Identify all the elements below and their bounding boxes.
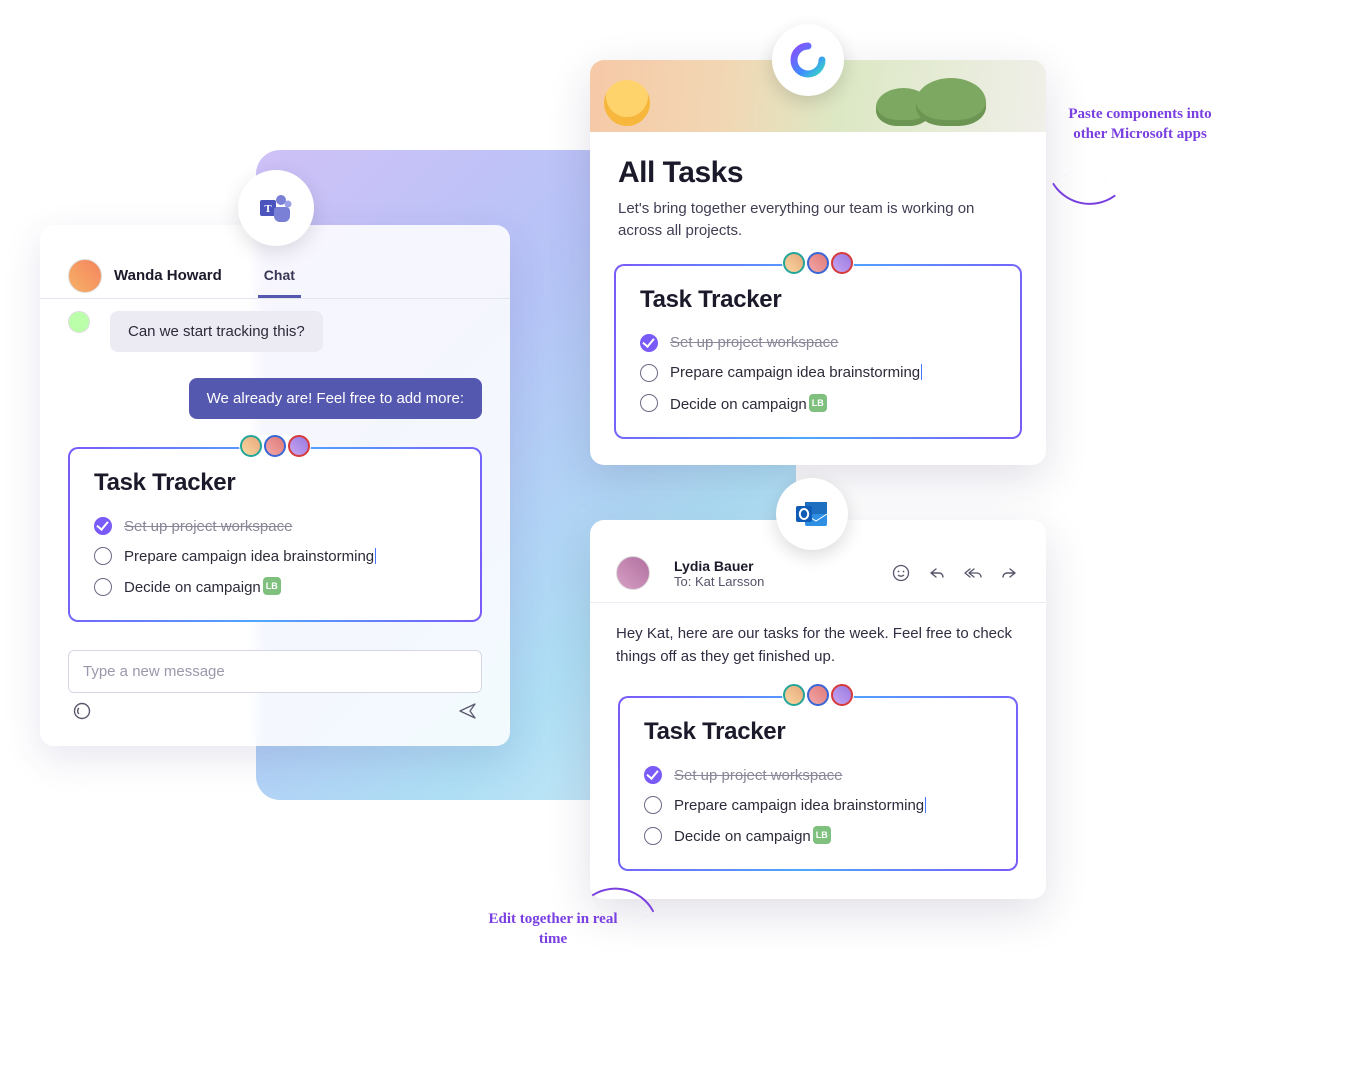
- page-title: All Tasks: [618, 156, 1018, 190]
- teams-app-icon: T: [238, 170, 314, 246]
- mail-actions: [890, 562, 1020, 584]
- collaborator-avatars: [782, 684, 854, 706]
- task-row[interactable]: Decide on campaignLB: [640, 388, 996, 419]
- task-label: Decide on campaignLB: [124, 577, 281, 596]
- mail-from: Lydia Bauer To: Kat Larsson: [616, 556, 764, 590]
- checkbox-icon[interactable]: [94, 517, 112, 535]
- from-name: Lydia Bauer: [674, 558, 764, 574]
- presence-badge: LB: [263, 577, 281, 595]
- checkbox-icon[interactable]: [644, 796, 662, 814]
- avatar: [783, 684, 805, 706]
- checkbox-icon[interactable]: [640, 394, 658, 412]
- page-description: Let's bring together everything our team…: [618, 198, 1018, 242]
- compose-actions: [40, 693, 510, 726]
- tracker-title: Task Tracker: [644, 718, 992, 746]
- task-row[interactable]: Prepare campaign idea brainstorming: [644, 790, 992, 820]
- presence-badge: LB: [809, 394, 827, 412]
- task-label: Prepare campaign idea brainstorming: [124, 548, 376, 565]
- text-cursor: [921, 364, 922, 380]
- task-label: Set up project workspace: [124, 518, 292, 535]
- svg-text:T: T: [264, 203, 272, 215]
- task-tracker-component[interactable]: Task Tracker Set up project workspace Pr…: [614, 264, 1022, 439]
- avatar: [288, 435, 310, 457]
- avatar: [807, 684, 829, 706]
- bubble-sent: We already are! Feel free to add more:: [189, 378, 482, 419]
- avatar: [807, 252, 829, 274]
- message-sent: We already are! Feel free to add more:: [40, 352, 510, 419]
- avatar: [783, 252, 805, 274]
- task-label: Prepare campaign idea brainstorming: [674, 797, 926, 814]
- reply-all-icon[interactable]: [962, 562, 984, 584]
- tracker-title: Task Tracker: [640, 286, 996, 314]
- banner-decoration: [916, 78, 986, 126]
- message-input[interactable]: Type a new message: [68, 650, 482, 693]
- avatar: [68, 259, 102, 293]
- task-label: Set up project workspace: [674, 767, 842, 784]
- mail-body: Hey Kat, here are our tasks for the week…: [590, 603, 1046, 668]
- emoji-icon: [604, 80, 650, 126]
- avatar: [831, 252, 853, 274]
- contact-name: Wanda Howard: [114, 267, 222, 284]
- bubble-received: Can we start tracking this?: [110, 311, 323, 352]
- loop-component-icon[interactable]: [72, 701, 92, 726]
- message-received: Can we start tracking this?: [40, 299, 510, 352]
- tracker-title: Task Tracker: [94, 469, 456, 497]
- checkbox-icon[interactable]: [644, 766, 662, 784]
- outlook-app-icon: [776, 478, 848, 550]
- text-cursor: [925, 797, 926, 813]
- checkbox-icon[interactable]: [640, 364, 658, 382]
- text-cursor: [375, 548, 376, 564]
- avatar: [616, 556, 650, 590]
- task-row[interactable]: Set up project workspace: [640, 328, 996, 358]
- task-row[interactable]: Set up project workspace: [644, 760, 992, 790]
- outlook-mail-card: Lydia Bauer To: Kat Larsson Hey Kat, her…: [590, 520, 1046, 899]
- checkbox-icon[interactable]: [94, 547, 112, 565]
- to-line: To: Kat Larsson: [674, 574, 764, 589]
- task-label: Decide on campaignLB: [674, 826, 831, 845]
- annotation-edit: Edit together in real time: [488, 910, 618, 949]
- forward-icon[interactable]: [998, 562, 1020, 584]
- avatar: [240, 435, 262, 457]
- collaborator-avatars: [782, 252, 854, 274]
- avatar: [68, 311, 90, 333]
- task-label: Prepare campaign idea brainstorming: [670, 364, 922, 381]
- annotation-paste: Paste components into other Microsoft ap…: [1065, 105, 1215, 144]
- checkbox-icon[interactable]: [94, 578, 112, 596]
- task-label: Set up project workspace: [670, 334, 838, 351]
- checkbox-icon[interactable]: [640, 334, 658, 352]
- teams-chat-card: Wanda Howard Chat Can we start tracking …: [40, 225, 510, 746]
- task-row[interactable]: Decide on campaignLB: [644, 820, 992, 851]
- task-label: Decide on campaignLB: [670, 394, 827, 413]
- task-tracker-component[interactable]: Task Tracker Set up project workspace Pr…: [68, 447, 482, 622]
- loop-app-icon: [772, 24, 844, 96]
- react-icon[interactable]: [890, 562, 912, 584]
- presence-badge: LB: [813, 826, 831, 844]
- loop-page-card: All Tasks Let's bring together everythin…: [590, 60, 1046, 465]
- avatar: [831, 684, 853, 706]
- task-row[interactable]: Prepare campaign idea brainstorming: [640, 358, 996, 388]
- checkbox-icon[interactable]: [644, 827, 662, 845]
- task-row[interactable]: Set up project workspace: [94, 511, 456, 541]
- task-row[interactable]: Decide on campaignLB: [94, 571, 456, 602]
- task-row[interactable]: Prepare campaign idea brainstorming: [94, 541, 456, 571]
- task-tracker-component[interactable]: Task Tracker Set up project workspace Pr…: [618, 696, 1018, 871]
- avatar: [264, 435, 286, 457]
- reply-icon[interactable]: [926, 562, 948, 584]
- collaborator-avatars: [239, 435, 311, 457]
- send-icon[interactable]: [458, 701, 478, 726]
- tab-chat[interactable]: Chat: [258, 253, 301, 298]
